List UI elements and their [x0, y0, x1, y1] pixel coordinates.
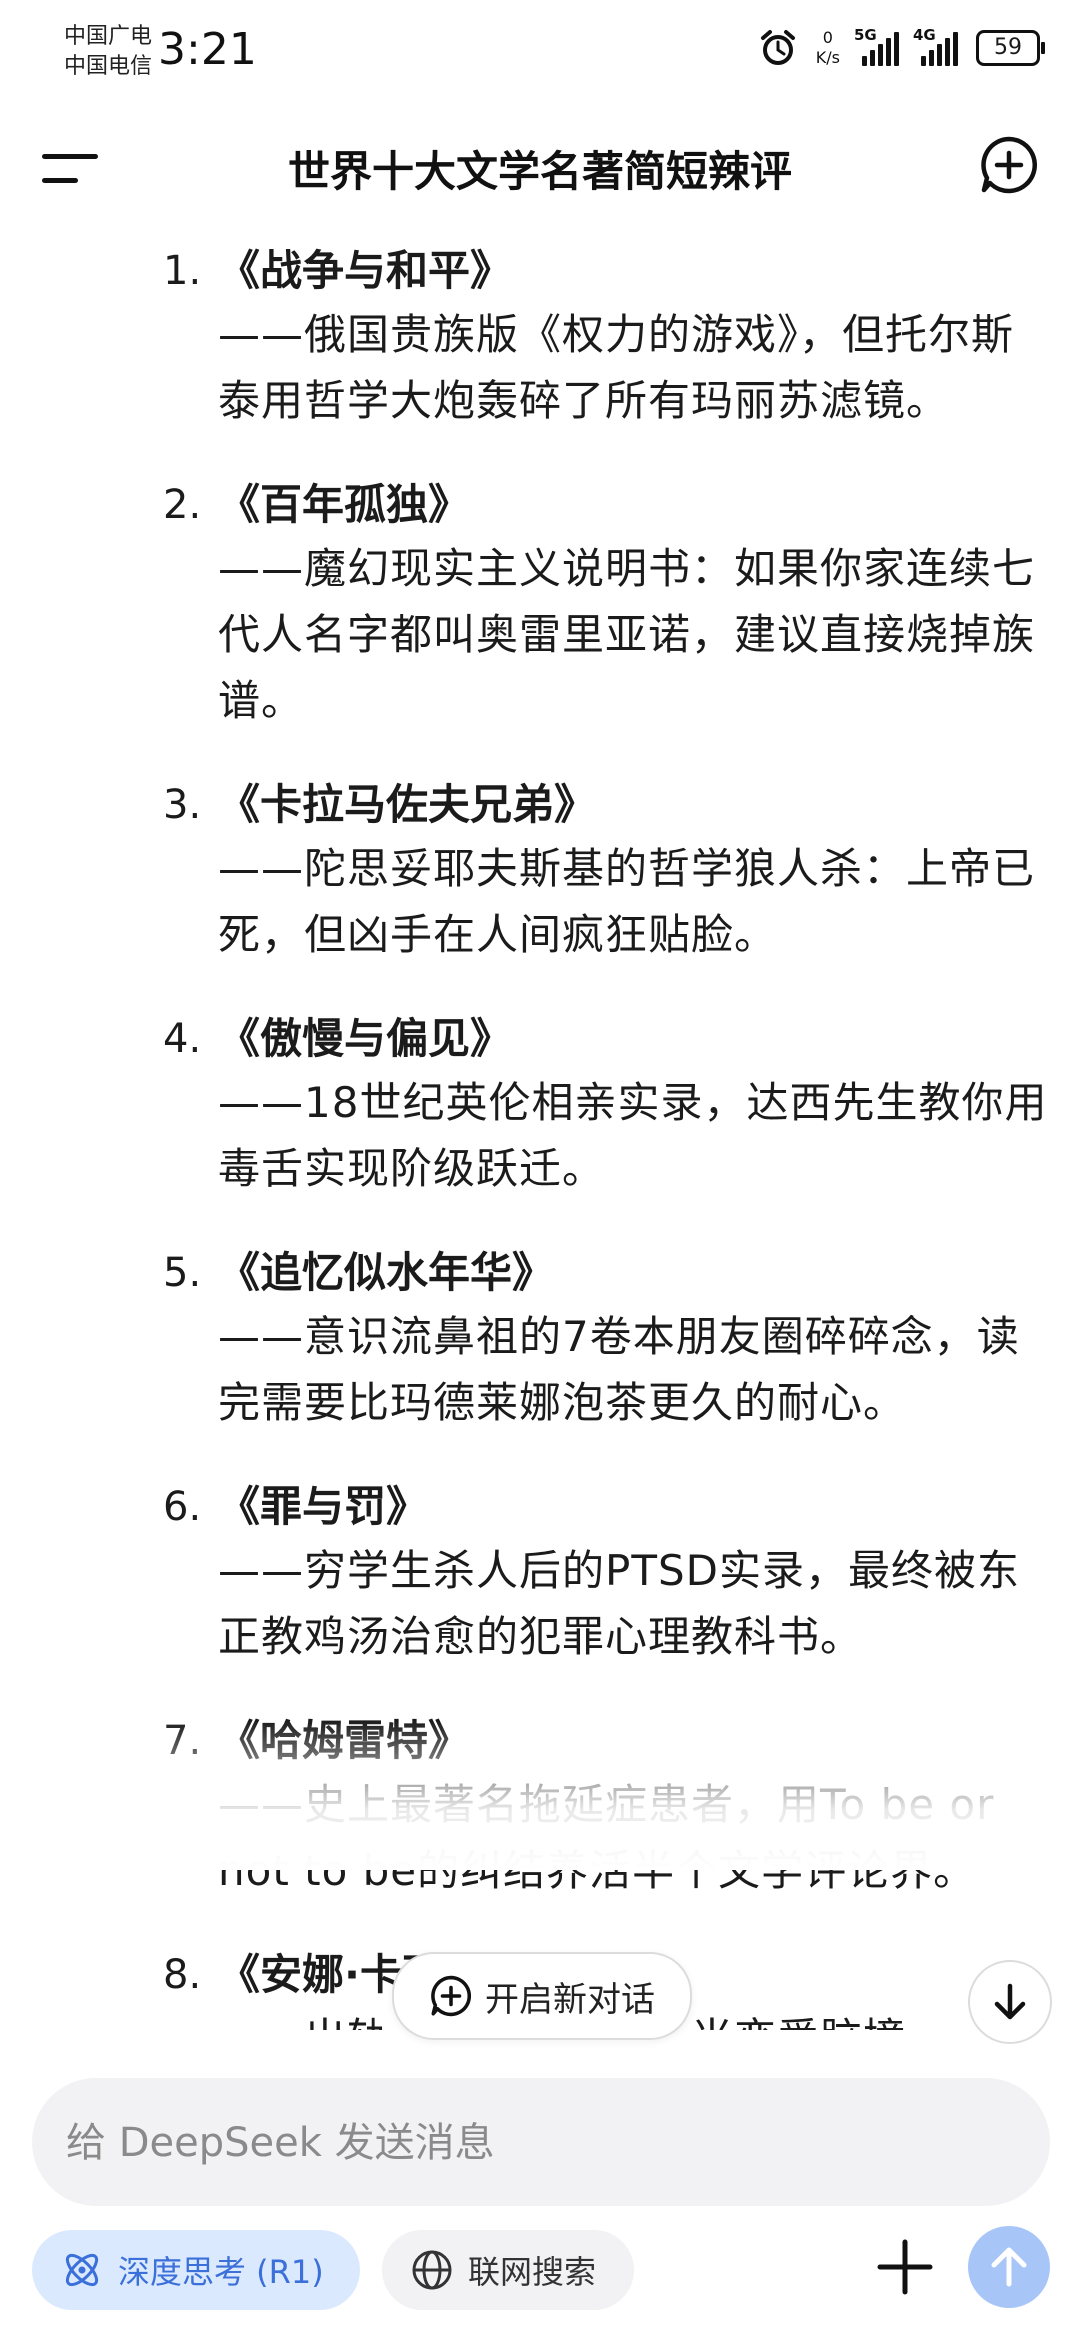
status-bar: 中国广电 中国电信 3:21 0 K/s 5G 4G 59 [0, 0, 1080, 110]
plus-icon[interactable] [870, 2232, 940, 2302]
status-icons: 0 K/s 5G 4G 59 [758, 26, 1045, 68]
list-item-number: 8. [163, 1952, 202, 1998]
book-title: 《战争与和平》 [218, 246, 513, 295]
list-item-number: 5. [163, 1250, 202, 1296]
book-title: 《百年孤独》 [218, 480, 471, 529]
message-input[interactable] [64, 2078, 1008, 2208]
send-button[interactable] [968, 2226, 1050, 2308]
list-item: 5. 《追忆似水年华》 ——意识流鼻祖的7卷本朋友圈碎碎念，读完需要比玛德莱娜泡茶更… [163, 1242, 1050, 1436]
new-chat-icon[interactable] [978, 134, 1040, 196]
signal-5g-icon: 5G [854, 26, 899, 66]
carrier-2: 中国电信 [64, 54, 153, 79]
network-speed: 0 K/s [815, 28, 840, 67]
book-comment: ——穷学生杀人后的PTSD实录，最终被东正教鸡汤治愈的犯罪心理教科书。 [218, 1546, 1020, 1661]
book-comment: ——魔幻现实主义说明书：如果你家连续七代人名字都叫奥雷里亚诺，建议直接烧掉族谱。 [218, 544, 1036, 725]
app-header: 世界十大文学名著简短辣评 [0, 110, 1080, 220]
list-item: 2. 《百年孤独》 ——魔幻现实主义说明书：如果你家连续七代人名字都叫奥雷里亚诺，建… [163, 474, 1050, 734]
book-comment: ——陀思妥耶夫斯基的哲学狼人杀：上帝已死，但凶手在人间疯狂贴脸。 [218, 844, 1036, 959]
list-item-number: 1. [163, 248, 202, 294]
carrier-info: 中国广电 中国电信 [64, 22, 152, 82]
new-chat-icon [431, 1975, 472, 2017]
list-item: 1. 《战争与和平》 ——俄国贵族版《权力的游戏》，但托尔斯泰用哲学大炮轰碎了所有玛… [163, 240, 1050, 434]
arrow-down-icon [994, 1983, 1026, 2020]
deep-think-label: 深度思考 (R1) [118, 2253, 324, 2291]
web-search-label: 联网搜索 [468, 2253, 597, 2291]
alarm-icon [760, 30, 795, 65]
list-item-number: 4. [163, 1016, 202, 1062]
list-item: 6. 《罪与罚》 ——穷学生杀人后的PTSD实录，最终被东正教鸡汤治愈的犯罪心理教科… [163, 1476, 1050, 1670]
globe-icon [412, 2250, 452, 2290]
book-title: 《罪与罚》 [218, 1482, 429, 1531]
list-item-number: 6. [163, 1484, 202, 1530]
book-comment: ——意识流鼻祖的7卷本朋友圈碎碎念，读完需要比玛德莱娜泡茶更久的耐心。 [218, 1312, 1020, 1427]
book-comment: ——18世纪英伦相亲实录，达西先生教你用毒舌实现阶级跃迁。 [218, 1078, 1048, 1193]
clock: 3:21 [158, 24, 257, 75]
page-title: 世界十大文学名著简短辣评 [287, 147, 792, 196]
web-search-toggle[interactable]: 联网搜索 [382, 2230, 634, 2310]
message-composer [32, 2078, 1050, 2208]
battery-icon: 59 [976, 30, 1045, 66]
arrow-up-icon [991, 2247, 1027, 2287]
atom-icon [65, 2253, 99, 2287]
list-item: 3. 《卡拉马佐夫兄弟》 ——陀思妥耶夫斯基的哲学狼人杀：上帝已死，但凶手在人间疯狂… [163, 774, 1050, 968]
deep-think-toggle[interactable]: 深度思考 (R1) [32, 2230, 360, 2310]
book-comment: ——俄国贵族版《权力的游戏》，但托尔斯泰用哲学大炮轰碎了所有玛丽苏滤镜。 [218, 310, 1015, 425]
new-chat-button[interactable]: 开启新对话 [392, 1952, 692, 2040]
list-item: 4. 《傲慢与偏见》 ——18世纪英伦相亲实录，达西先生教你用毒舌实现阶级跃迁。 [163, 1008, 1050, 1202]
list-item-number: 3. [163, 782, 202, 828]
book-title: 《卡拉马佐夫兄弟》 [218, 780, 597, 829]
scroll-down-button[interactable] [968, 1960, 1052, 2044]
content-fade [0, 1720, 1080, 1870]
carrier-1: 中国广电 [64, 24, 153, 49]
book-title: 《傲慢与偏见》 [218, 1014, 513, 1063]
new-chat-label: 开启新对话 [485, 1979, 655, 2020]
list-item-number: 2. [163, 482, 202, 528]
signal-4g-icon: 4G [913, 26, 958, 66]
book-title: 《追忆似水年华》 [218, 1248, 555, 1297]
